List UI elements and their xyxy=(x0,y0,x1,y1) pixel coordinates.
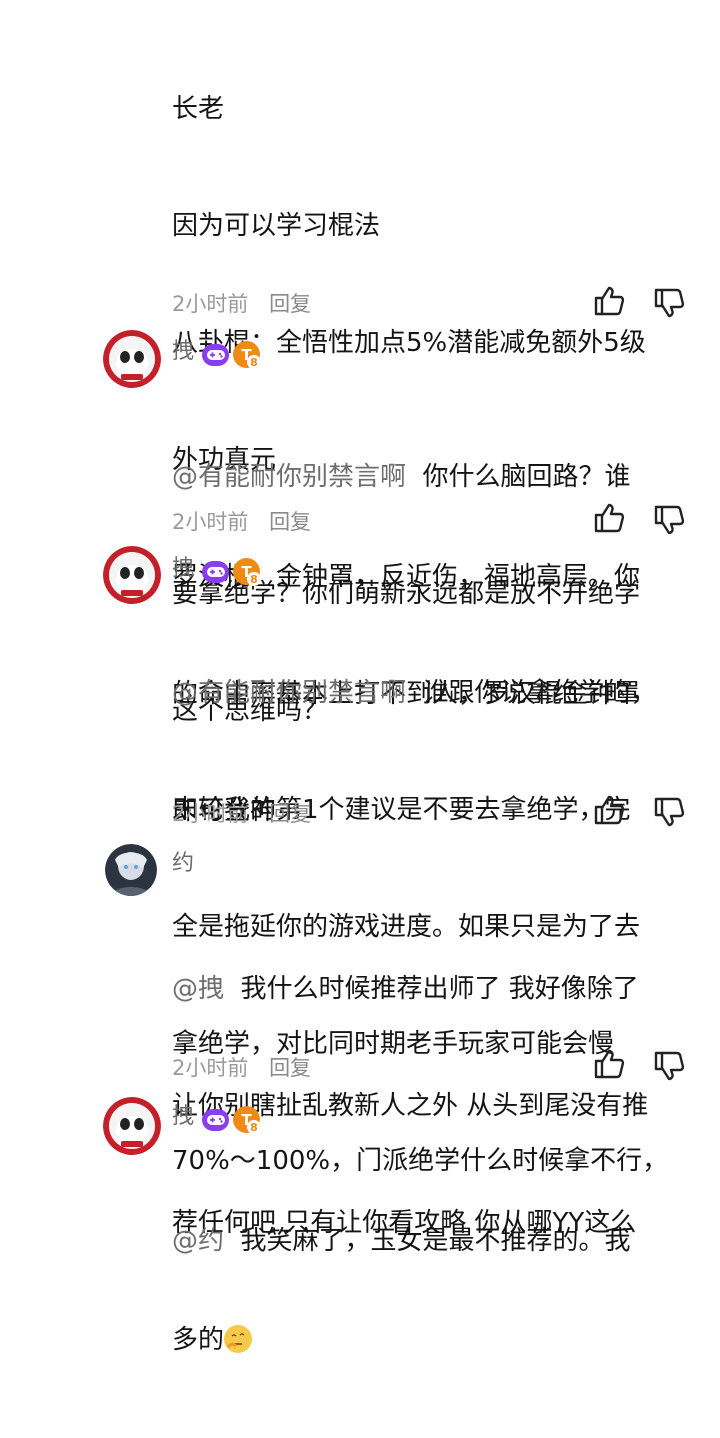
username[interactable]: 拽 xyxy=(172,338,194,366)
timestamp: 2小时前 xyxy=(172,802,249,826)
user-badges: T8 xyxy=(202,1106,261,1134)
comment-meta: 2小时前 回复 xyxy=(172,798,325,828)
avatar[interactable] xyxy=(103,546,161,604)
dislike-icon[interactable] xyxy=(652,286,686,320)
timestamp: 2小时前 xyxy=(172,292,249,316)
reply-button[interactable]: 回复 xyxy=(269,802,311,826)
timestamp: 2小时前 xyxy=(172,510,249,534)
comment-meta: 2小时前 回复 xyxy=(172,288,325,318)
level-badge: T8 xyxy=(233,558,261,586)
mention-link[interactable]: @有能耐你别禁言啊 xyxy=(172,462,406,492)
avatar[interactable] xyxy=(103,330,161,388)
dislike-icon[interactable] xyxy=(652,503,686,537)
comment-text: @约 我笑麻了，玉女是最不推荐的。我 xyxy=(172,1226,631,1256)
level-badge: T8 xyxy=(233,341,261,369)
dislike-icon[interactable] xyxy=(652,795,686,829)
gamepad-badge-icon xyxy=(202,1108,229,1131)
comment-meta: 2小时前 回复 xyxy=(172,506,325,536)
avatar[interactable] xyxy=(103,1097,161,1155)
timestamp: 2小时前 xyxy=(172,1056,249,1080)
like-icon[interactable] xyxy=(592,1047,626,1081)
gamepad-badge-icon xyxy=(202,560,229,583)
reply-button[interactable]: 回复 xyxy=(269,510,311,534)
reply-button[interactable]: 回复 xyxy=(269,292,311,316)
username[interactable]: 拽 xyxy=(172,1103,194,1131)
username[interactable]: 拽 xyxy=(172,555,194,583)
user-badges: T8 xyxy=(202,341,261,369)
mention-link[interactable]: @有能耐你别禁言啊 xyxy=(172,678,406,708)
like-icon[interactable] xyxy=(592,284,626,318)
user-badges: T8 xyxy=(202,558,261,586)
mention-link[interactable]: @拽 xyxy=(172,974,224,1004)
comment-meta: 2小时前 回复 xyxy=(172,1052,325,1082)
like-icon[interactable] xyxy=(592,793,626,827)
gamepad-badge-icon xyxy=(202,343,229,366)
level-badge: T8 xyxy=(233,1106,261,1134)
dislike-icon[interactable] xyxy=(652,1049,686,1083)
like-icon[interactable] xyxy=(592,501,626,535)
username[interactable]: 约 xyxy=(172,850,194,878)
reply-button[interactable]: 回复 xyxy=(269,1056,311,1080)
avatar[interactable] xyxy=(105,844,157,896)
mention-link[interactable]: @约 xyxy=(172,1226,224,1256)
